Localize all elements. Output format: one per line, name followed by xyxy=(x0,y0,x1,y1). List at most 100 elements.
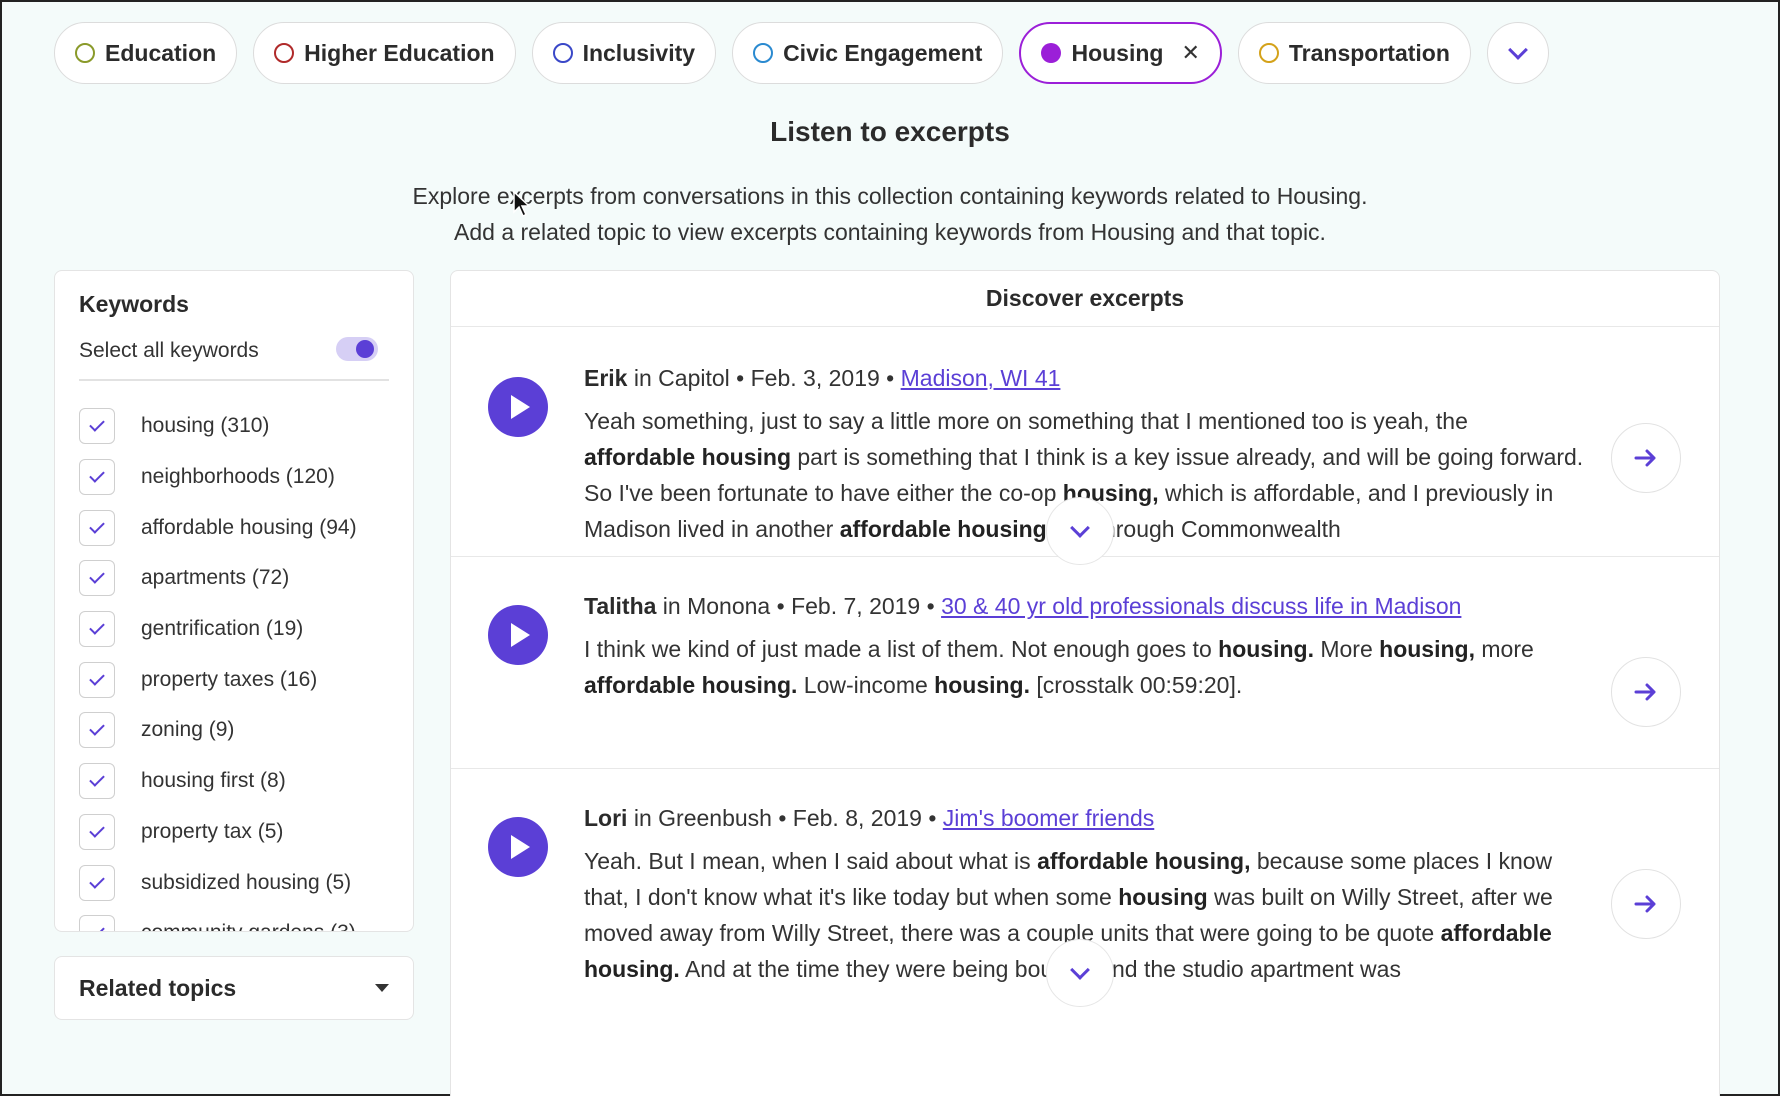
topic-chips: Education Higher Education Inclusivity Civi… xyxy=(54,22,1549,84)
keywords-title: Keywords xyxy=(79,291,189,317)
play-icon xyxy=(511,395,530,419)
excerpts-title: Discover excerpts xyxy=(451,271,1719,327)
speaker-name: Talitha xyxy=(584,593,657,619)
keyword-list: housing (310) neighborhoods (120) affordab… xyxy=(79,401,399,931)
keyword-checkbox[interactable] xyxy=(79,560,115,597)
intro-line-1: Explore excerpts from conversations in t… xyxy=(412,183,1368,209)
chevron-down-icon xyxy=(1508,40,1528,60)
excerpts-panel: Discover excerpts Erik in Capitol • Feb.… xyxy=(450,270,1720,1096)
play-button[interactable] xyxy=(488,817,548,877)
expand-excerpt-button[interactable] xyxy=(1046,497,1114,565)
topic-chip-transportation[interactable]: Transportation xyxy=(1237,22,1471,84)
play-icon xyxy=(511,623,530,647)
excerpt-text: I think we kind of just made a list of t… xyxy=(584,631,1584,703)
more-topics-button[interactable] xyxy=(1486,22,1549,84)
keyword-highlight: housing. xyxy=(1218,636,1314,662)
excerpt-segment: Yeah. But I mean, when I said about what… xyxy=(584,848,1038,874)
excerpt-segment: Low-income xyxy=(797,672,935,698)
checkmark-icon xyxy=(89,720,105,737)
keyword-checkbox[interactable] xyxy=(79,408,115,445)
play-button[interactable] xyxy=(488,377,548,437)
location: Capitol xyxy=(658,365,730,391)
keyword-label: gentrification (19) xyxy=(141,617,304,641)
keyword-checkbox[interactable] xyxy=(79,712,115,749)
speaker-name: Erik xyxy=(584,365,628,391)
keyword-item: neighborhoods (120) xyxy=(79,452,399,503)
location: Monona xyxy=(687,593,771,619)
toggle-knob xyxy=(356,340,374,358)
open-excerpt-button[interactable] xyxy=(1611,423,1681,493)
excerpt-card: Erik in Capitol • Feb. 3, 2019 • Madison… xyxy=(451,327,1719,565)
topic-dot-icon xyxy=(1258,43,1279,63)
topic-label: Civic Engagement xyxy=(783,39,983,66)
excerpt-date: Feb. 7, 2019 xyxy=(791,593,921,619)
excerpt-segment: [crosstalk 00:59:20]. xyxy=(1030,672,1243,698)
keyword-checkbox[interactable] xyxy=(79,509,115,546)
keyword-highlight: housing. xyxy=(934,672,1030,698)
conversation-link[interactable]: Jim's boomer friends xyxy=(943,805,1154,831)
topic-chip-education[interactable]: Education xyxy=(54,22,238,84)
keyword-label: subsidized housing (5) xyxy=(141,870,352,894)
excerpt-card: Talitha in Monona • Feb. 7, 2019 • 30 & … xyxy=(451,557,1719,769)
intro-line-2: Add a related topic to view excerpts con… xyxy=(454,219,1326,245)
excerpt-meta: Talitha in Monona • Feb. 7, 2019 • 30 & … xyxy=(584,593,1462,619)
remove-topic-icon[interactable]: ✕ xyxy=(1181,40,1199,66)
checkmark-icon xyxy=(89,822,105,838)
play-button[interactable] xyxy=(488,605,548,665)
open-excerpt-button[interactable] xyxy=(1611,869,1681,939)
keyword-checkbox[interactable] xyxy=(79,915,115,931)
related-topics-dropdown[interactable]: Related topics xyxy=(54,956,414,1020)
excerpt-segment: And at the time they were being bought. … xyxy=(679,956,1401,982)
keyword-item: property tax (5) xyxy=(79,807,399,858)
topic-chip-higher-education[interactable]: Higher Education xyxy=(253,22,516,84)
keyword-checkbox[interactable] xyxy=(79,813,115,850)
topic-chip-civic-engagement[interactable]: Civic Engagement xyxy=(732,22,1004,84)
excerpt-segment: more xyxy=(1474,636,1534,662)
topic-chip-inclusivity[interactable]: Inclusivity xyxy=(531,22,717,84)
mouse-cursor-icon xyxy=(513,190,531,218)
keyword-checkbox[interactable] xyxy=(79,763,115,800)
related-topics-label: Related topics xyxy=(79,974,237,1001)
keyword-highlight: affordable housing, xyxy=(1037,848,1251,874)
topic-dot-icon xyxy=(1041,43,1062,63)
conversation-link[interactable]: Madison, WI 41 xyxy=(901,365,1061,391)
open-excerpt-button[interactable] xyxy=(1611,657,1681,727)
keyword-label: property tax (5) xyxy=(141,819,284,843)
select-all-toggle[interactable] xyxy=(336,337,378,361)
expand-excerpt-button[interactable] xyxy=(1046,939,1114,1007)
keyword-checkbox[interactable] xyxy=(79,661,115,698)
keyword-item: property taxes (16) xyxy=(79,654,399,705)
topic-label: Education xyxy=(105,39,217,66)
keyword-label: neighborhoods (120) xyxy=(141,465,335,489)
checkmark-icon xyxy=(89,619,105,635)
checkmark-icon xyxy=(89,467,105,483)
topic-label: Inclusivity xyxy=(582,39,696,66)
keyword-label: housing first (8) xyxy=(141,769,286,793)
chevron-down-icon xyxy=(1070,518,1090,538)
speaker-name: Lori xyxy=(584,805,628,831)
play-icon xyxy=(511,835,530,859)
arrow-right-icon xyxy=(1634,449,1656,467)
checkmark-icon xyxy=(89,416,105,433)
excerpt-meta: Lori in Greenbush • Feb. 8, 2019 • Jim's… xyxy=(584,805,1155,831)
keyword-checkbox[interactable] xyxy=(79,864,115,901)
topic-label: Higher Education xyxy=(304,39,495,66)
topic-label: Housing xyxy=(1071,39,1164,66)
chevron-down-icon xyxy=(1070,960,1090,980)
keyword-item: gentrification (19) xyxy=(79,604,399,655)
topic-label: Transportation xyxy=(1288,39,1450,66)
topic-chip-housing[interactable]: Housing ✕ xyxy=(1019,22,1222,84)
conversation-link[interactable]: 30 & 40 yr old professionals discuss lif… xyxy=(941,593,1461,619)
checkmark-icon xyxy=(89,872,105,889)
checkmark-icon xyxy=(89,670,105,686)
keyword-item: subsidized housing (5) xyxy=(79,857,399,908)
keyword-checkbox[interactable] xyxy=(79,611,115,648)
caret-down-icon xyxy=(375,984,389,992)
keyword-highlight: affordable housing xyxy=(584,444,791,470)
keyword-checkbox[interactable] xyxy=(79,459,115,496)
keyword-item: zoning (9) xyxy=(79,705,399,756)
keyword-highlight: housing xyxy=(1118,884,1208,910)
keyword-label: affordable housing (94) xyxy=(141,515,357,539)
keyword-label: zoning (9) xyxy=(141,718,235,742)
arrow-right-icon xyxy=(1634,895,1656,913)
